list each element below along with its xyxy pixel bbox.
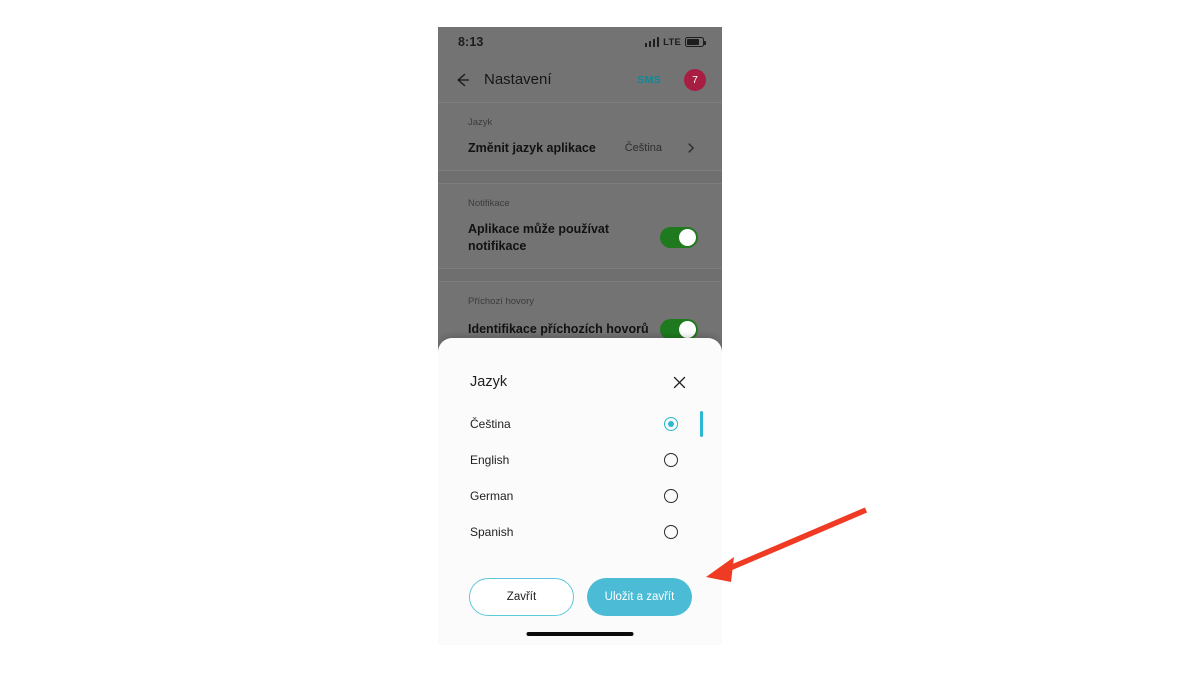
app-bar: Nastavení SMS 7 — [438, 57, 722, 103]
cancel-button[interactable]: Zavřít — [469, 578, 574, 616]
option-label: Čeština — [470, 417, 511, 431]
phone-screen: 8:13 LTE Nastavení SMS 7 Jazyk Změnit ja… — [438, 27, 722, 645]
status-bar-time: 8:13 — [458, 35, 484, 49]
language-bottom-sheet: Jazyk Čeština English German Spanish Zav… — [438, 338, 722, 645]
page-title: Nastavení — [484, 71, 552, 88]
setting-title: Identifikace příchozích hovorů — [468, 322, 649, 337]
home-indicator — [526, 632, 634, 636]
back-arrow-icon[interactable] — [452, 70, 472, 90]
scrollbar-thumb[interactable] — [700, 411, 703, 437]
sheet-title: Jazyk — [470, 374, 508, 390]
close-x-icon[interactable] — [671, 374, 687, 390]
section-label-prichozi-hovory: Příchozí hovory — [468, 295, 534, 307]
language-option-cestina[interactable]: Čeština — [438, 406, 722, 442]
radio-spanish[interactable] — [664, 525, 678, 539]
settings-list: Jazyk Změnit jazyk aplikace Čeština Noti… — [438, 103, 722, 354]
status-badge[interactable]: 7 — [684, 68, 706, 91]
sheet-action-buttons: Zavřít Uložit a zavřít — [438, 550, 722, 616]
setting-value: Čeština — [624, 142, 662, 155]
section-divider — [438, 170, 722, 185]
radio-cestina[interactable] — [664, 417, 678, 431]
notifications-toggle[interactable] — [660, 227, 698, 248]
sms-link[interactable]: SMS — [637, 74, 661, 86]
section-label-jazyk: Jazyk — [468, 117, 493, 128]
section-divider — [438, 267, 722, 282]
caller-id-toggle[interactable] — [660, 318, 698, 340]
option-label: Spanish — [470, 525, 514, 539]
setting-row-notifications[interactable]: Aplikace může používat notifikace — [438, 209, 722, 268]
network-type-label: LTE — [663, 36, 681, 48]
language-option-spanish[interactable]: Spanish — [438, 514, 722, 550]
setting-row-change-language[interactable]: Změnit jazyk aplikace Čeština — [438, 128, 722, 170]
status-bar: 8:13 LTE — [438, 27, 722, 57]
option-label: English — [470, 453, 510, 467]
signal-bars-icon — [644, 37, 660, 47]
save-button[interactable]: Uložit a zavřít — [587, 578, 692, 616]
language-option-german[interactable]: German — [438, 478, 722, 514]
language-options-list: Čeština English German Spanish — [438, 406, 722, 550]
setting-title: Aplikace může používat notifikace — [468, 222, 610, 253]
battery-icon — [685, 37, 706, 47]
radio-english[interactable] — [664, 453, 678, 467]
status-bar-indicators: LTE — [644, 36, 706, 48]
chevron-right-icon — [684, 141, 698, 155]
radio-german[interactable] — [664, 489, 678, 503]
option-label: German — [470, 489, 514, 503]
section-label-notifikace: Notifikace — [468, 198, 510, 210]
language-option-english[interactable]: English — [438, 442, 722, 478]
setting-title: Změnit jazyk aplikace — [468, 141, 596, 155]
sheet-header: Jazyk — [438, 338, 722, 390]
